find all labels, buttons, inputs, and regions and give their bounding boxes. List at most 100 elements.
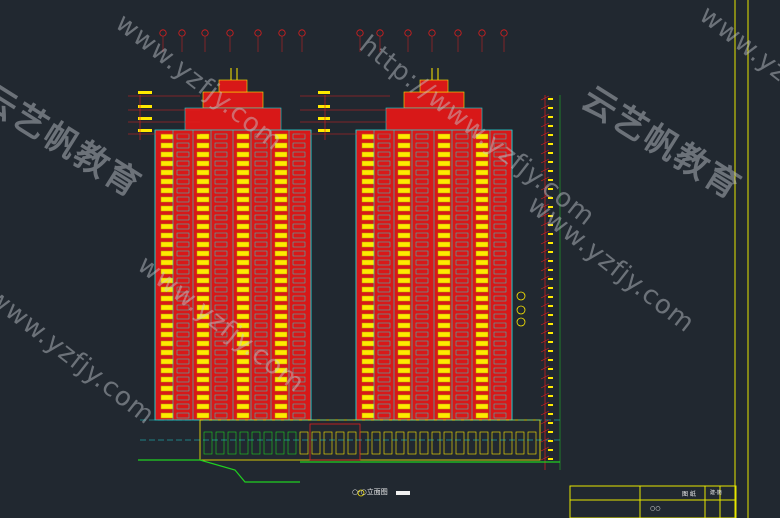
window — [377, 223, 391, 230]
window — [437, 367, 451, 374]
window — [475, 223, 489, 230]
window — [455, 142, 469, 149]
window — [415, 169, 429, 176]
title-block-value: ○○ — [650, 505, 661, 512]
window — [475, 295, 489, 302]
title-block-code: 建-施 — [710, 490, 722, 496]
window — [196, 340, 210, 347]
window — [397, 205, 411, 212]
window — [196, 223, 210, 230]
window — [377, 232, 391, 239]
window — [160, 214, 174, 221]
dimension-text — [548, 179, 553, 181]
axis-bubble — [226, 29, 234, 37]
podium-window — [359, 431, 369, 455]
window — [493, 286, 507, 293]
axis-bubble — [278, 29, 286, 37]
window — [397, 142, 411, 149]
window — [475, 259, 489, 266]
window — [397, 286, 411, 293]
podium-window — [503, 431, 513, 455]
window — [236, 133, 250, 140]
window — [377, 349, 391, 356]
window — [455, 412, 469, 419]
window — [361, 340, 375, 347]
window — [196, 268, 210, 275]
window — [254, 223, 268, 230]
window — [214, 349, 228, 356]
window — [397, 322, 411, 329]
window — [397, 178, 411, 185]
window — [292, 394, 306, 401]
window — [160, 223, 174, 230]
window — [274, 358, 288, 365]
window — [292, 142, 306, 149]
dimension-text — [548, 413, 553, 415]
window — [475, 169, 489, 176]
window — [274, 403, 288, 410]
window — [437, 205, 451, 212]
window — [475, 412, 489, 419]
window — [236, 385, 250, 392]
window — [455, 304, 469, 311]
podium-window — [527, 431, 537, 455]
window — [214, 412, 228, 419]
dimension-text — [548, 431, 553, 433]
window — [254, 385, 268, 392]
window — [493, 178, 507, 185]
window — [397, 214, 411, 221]
window — [397, 313, 411, 320]
window — [254, 349, 268, 356]
window — [455, 313, 469, 320]
dimension-text — [548, 395, 553, 397]
level-text — [318, 91, 330, 94]
window — [377, 412, 391, 419]
window — [176, 376, 190, 383]
window — [475, 133, 489, 140]
window — [214, 133, 228, 140]
window — [292, 304, 306, 311]
caption-bar — [396, 491, 410, 495]
window — [176, 403, 190, 410]
window — [493, 412, 507, 419]
window — [274, 196, 288, 203]
window — [292, 403, 306, 410]
window — [397, 340, 411, 347]
window — [415, 358, 429, 365]
window — [493, 340, 507, 347]
window — [196, 178, 210, 185]
window — [361, 160, 375, 167]
dimension-text — [548, 368, 553, 370]
window — [196, 286, 210, 293]
window — [397, 358, 411, 365]
dimension-text — [548, 251, 553, 253]
window — [377, 403, 391, 410]
window — [176, 358, 190, 365]
drawing-frame — [734, 0, 749, 518]
window — [254, 160, 268, 167]
level-text — [318, 129, 330, 132]
window — [176, 394, 190, 401]
window — [377, 214, 391, 221]
window — [437, 412, 451, 419]
window — [415, 385, 429, 392]
window — [437, 214, 451, 221]
window — [236, 205, 250, 212]
window — [254, 151, 268, 158]
window — [493, 187, 507, 194]
window — [292, 340, 306, 347]
dimension-text — [548, 422, 553, 424]
dimension-text — [548, 458, 553, 460]
window — [236, 178, 250, 185]
window — [254, 322, 268, 329]
window — [274, 214, 288, 221]
window — [361, 385, 375, 392]
window — [397, 349, 411, 356]
drawing-canvas[interactable] — [0, 0, 780, 518]
window — [274, 313, 288, 320]
window — [415, 160, 429, 167]
window — [377, 331, 391, 338]
podium-window — [287, 431, 297, 455]
section-marker — [516, 305, 526, 315]
window — [196, 151, 210, 158]
